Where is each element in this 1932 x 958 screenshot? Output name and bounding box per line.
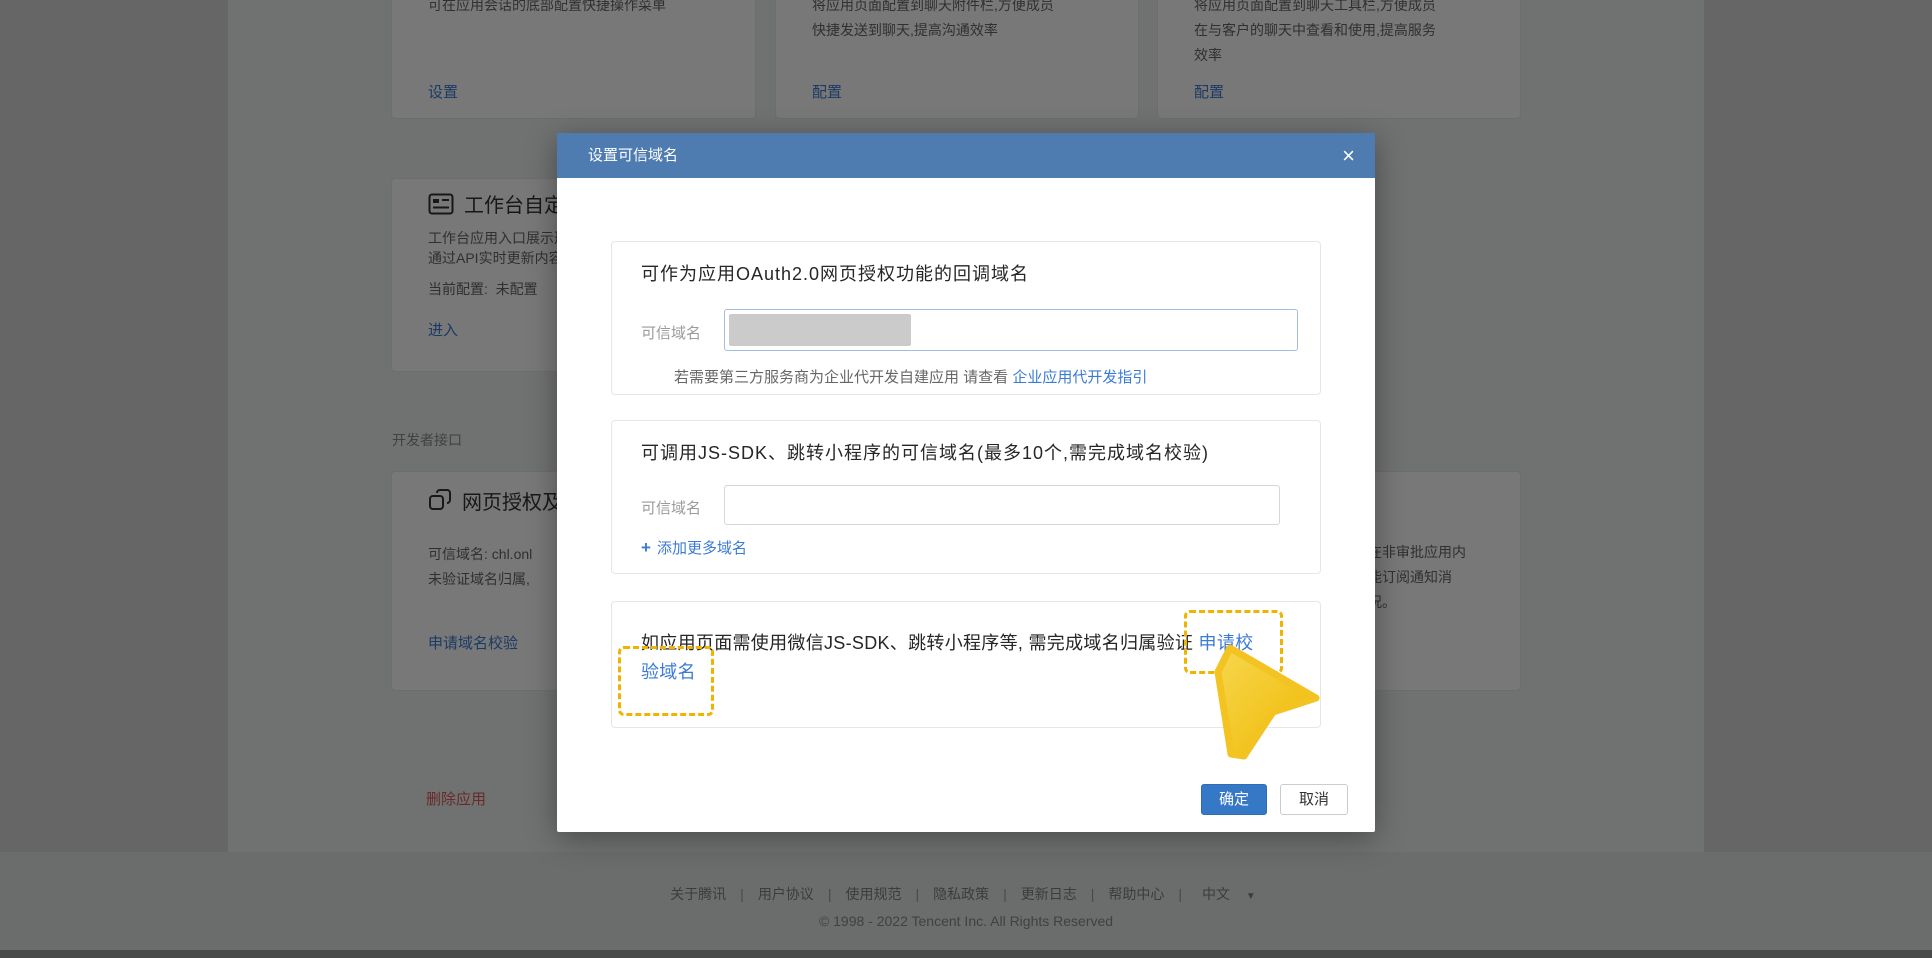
annotation-highlight-box [618, 646, 714, 716]
trusted-domain-modal: 设置可信域名 × 可作为应用OAuth2.0网页授权功能的回调域名 可信域名 若… [557, 133, 1375, 832]
trusted-domain-label: 可信域名 [641, 497, 701, 518]
modal-title: 设置可信域名 [588, 133, 678, 178]
oauth-section-title: 可作为应用OAuth2.0网页授权功能的回调域名 [641, 260, 1029, 286]
annotation-cursor-arrow [1212, 644, 1342, 794]
modal-header: 设置可信域名 × [557, 133, 1375, 178]
trusted-domain-label: 可信域名 [641, 322, 701, 343]
helper-text: 若需要第三方服务商为企业代开发自建应用 请查看 企业应用代开发指引 [674, 366, 1147, 387]
jssdk-domain-section: 可调用JS-SDK、跳转小程序的可信域名(最多10个,需完成域名校验) 可信域名… [611, 420, 1321, 574]
add-more-domains-link[interactable]: + 添加更多域名 [641, 537, 747, 558]
plus-icon: + [641, 538, 651, 558]
jssdk-domain-input[interactable] [724, 485, 1280, 525]
domain-verify-section: 如应用页面需使用微信JS-SDK、跳转小程序等, 需完成域名归属验证 申请校 验… [611, 601, 1321, 728]
redacted-domain-value [729, 314, 911, 346]
dev-guide-link[interactable]: 企业应用代开发指引 [1012, 369, 1147, 386]
jssdk-section-title: 可调用JS-SDK、跳转小程序的可信域名(最多10个,需完成域名校验) [641, 439, 1209, 465]
close-icon[interactable]: × [1342, 133, 1355, 178]
oauth-callback-section: 可作为应用OAuth2.0网页授权功能的回调域名 可信域名 若需要第三方服务商为… [611, 241, 1321, 395]
